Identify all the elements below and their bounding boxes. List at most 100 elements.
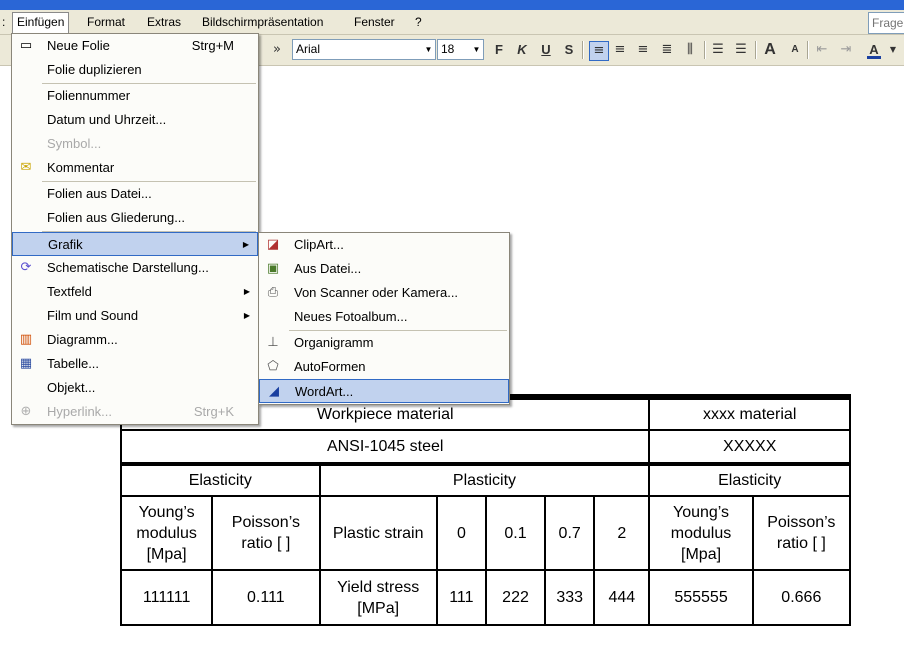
clipart-icon: ◪ <box>266 237 280 252</box>
menu-help[interactable]: ? <box>411 13 426 31</box>
menu-item-label: ClipArt... <box>294 237 344 252</box>
chevron-down-icon: ▼ <box>472 45 481 54</box>
cell-stress[interactable]: 333 <box>544 569 596 626</box>
italic-button[interactable]: K <box>515 41 529 59</box>
cell-poisson-ratio-2[interactable]: Poisson’s ratio [ ] <box>751 494 852 572</box>
picture-icon: ▣ <box>266 261 280 276</box>
menu-item-diagramm[interactable]: ▥ Diagramm... <box>12 328 258 352</box>
menu-extras[interactable]: Extras <box>143 13 185 31</box>
shadow-button[interactable]: S <box>562 41 576 59</box>
menu-item-clipart[interactable]: ◪ ClipArt... <box>259 233 509 257</box>
justify-icon[interactable]: ≣ <box>660 41 674 59</box>
cell-yield-stress[interactable]: Yield stress [MPa] <box>318 569 438 626</box>
vertical-distribute-icon[interactable]: ⫼ <box>683 41 697 59</box>
toolbar-separator <box>704 41 706 59</box>
cell-xxxxx[interactable]: XXXXX <box>648 429 851 465</box>
ask-question-input[interactable] <box>868 12 904 34</box>
cell-poisson-ratio[interactable]: Poisson’s ratio [ ] <box>211 494 321 572</box>
menu-item-autoformen[interactable]: ⬠ AutoFormen <box>259 355 509 379</box>
scanner-icon: ⎙ <box>267 285 279 300</box>
chevron-down-icon: ▼ <box>424 45 433 54</box>
font-select[interactable]: Arial ▼ <box>292 39 436 60</box>
new-slide-icon: ▭ <box>19 38 33 53</box>
cell-strain[interactable]: 0.1 <box>484 494 547 572</box>
cell-plasticity[interactable]: Plasticity <box>318 461 651 497</box>
underline-button[interactable]: U <box>539 41 553 59</box>
menu-item-label: Grafik <box>48 237 83 252</box>
menu-fenster[interactable]: Fenster <box>350 13 399 31</box>
submenu-arrow-icon: ▶ <box>242 240 249 249</box>
menu-item-aus-datei[interactable]: ▣ Aus Datei... <box>259 257 509 281</box>
decrease-indent-icon[interactable]: ⇤ <box>815 41 829 59</box>
menu-item-label: WordArt... <box>295 384 354 399</box>
cell-steel[interactable]: ANSI-1045 steel <box>119 429 651 465</box>
menu-edge: : <box>2 15 6 29</box>
cell-elasticity-2[interactable]: Elasticity <box>648 461 851 497</box>
menu-item-hyperlink: ⊕ Hyperlink... Strg+K <box>12 400 258 424</box>
menu-bar: : Einfügen Format Extras Bildschirmpräse… <box>0 10 904 35</box>
cell-stress[interactable]: 222 <box>484 569 547 626</box>
cell-strain[interactable]: 0 <box>435 494 487 572</box>
grow-font-button[interactable]: A <box>763 41 777 59</box>
cell-poisson-value-2[interactable]: 0.666 <box>751 569 852 626</box>
menu-item-objekt[interactable]: Objekt... <box>12 376 258 400</box>
menu-item-label: Organigramm <box>294 335 374 350</box>
cell-plastic-strain[interactable]: Plastic strain <box>318 494 438 572</box>
font-size-select[interactable]: 18 ▼ <box>437 39 484 60</box>
submenu-arrow-icon: ▶ <box>243 311 250 320</box>
cell-strain[interactable]: 0.7 <box>544 494 596 572</box>
menu-item-label: Textfeld <box>47 284 92 299</box>
slide-table[interactable]: Workpiece material xxxx material ANSI-10… <box>119 397 852 626</box>
menu-item-label: Symbol... <box>47 136 102 151</box>
align-right-icon[interactable]: ≡ <box>636 41 650 59</box>
insert-menu: ▭ Neue Folie Strg+M Folie duplizieren Fo… <box>11 33 259 425</box>
menu-item-datum-uhrzeit[interactable]: Datum und Uhrzeit... <box>12 108 258 132</box>
numbered-list-icon[interactable]: ☰ <box>711 41 725 59</box>
chevron-down-icon[interactable]: ▼ <box>886 41 900 59</box>
menu-item-folien-aus-datei[interactable]: Folien aus Datei... <box>12 182 258 206</box>
cell-youngs-value-2[interactable]: 555555 <box>648 569 754 626</box>
cell-youngs-value[interactable]: 111111 <box>119 569 214 626</box>
bold-button[interactable]: F <box>492 41 506 59</box>
cell-youngs-modulus-2[interactable]: Young’s modulus [Mpa] <box>648 494 754 572</box>
cell-poisson-value[interactable]: 0.111 <box>211 569 321 626</box>
toolbar-separator <box>755 41 757 59</box>
cell-stress[interactable]: 111 <box>435 569 487 626</box>
menu-item-kommentar[interactable]: ✉ Kommentar <box>12 156 258 180</box>
cell-youngs-modulus[interactable]: Young’s modulus [Mpa] <box>119 494 214 572</box>
cell-elasticity[interactable]: Elasticity <box>120 461 321 497</box>
toolbar-separator <box>807 41 809 59</box>
shrink-font-button[interactable]: A <box>788 41 802 59</box>
menu-item-grafik[interactable]: Grafik ▶ <box>12 232 258 256</box>
menu-item-scanner[interactable]: ⎙ Von Scanner oder Kamera... <box>259 281 509 305</box>
menu-item-fotoalbum[interactable]: Neues Fotoalbum... <box>259 305 509 329</box>
menu-bildschirmpraesentation[interactable]: Bildschirmpräsentation <box>198 13 327 31</box>
bullet-list-icon[interactable]: ☰ <box>734 41 748 59</box>
cell-xxxx-material[interactable]: xxxx material <box>648 397 851 432</box>
toolbar-more-button[interactable]: » <box>270 41 284 59</box>
menu-item-label: Folien aus Datei... <box>47 186 152 201</box>
menu-item-tabelle[interactable]: ▦ Tabelle... <box>12 352 258 376</box>
menu-item-foliennummer[interactable]: Foliennummer <box>12 84 258 108</box>
cell-strain[interactable]: 2 <box>593 494 651 572</box>
align-left-icon[interactable]: ≡ <box>589 41 609 61</box>
menu-item-textfeld[interactable]: Textfeld ▶ <box>12 280 258 304</box>
menu-item-label: Foliennummer <box>47 88 131 103</box>
title-bar <box>0 0 904 10</box>
menu-item-folie-duplizieren[interactable]: Folie duplizieren <box>12 58 258 82</box>
menu-format[interactable]: Format <box>83 13 129 31</box>
menu-item-wordart[interactable]: ◢ WordArt... <box>259 379 509 403</box>
menu-item-label: Diagramm... <box>47 332 118 347</box>
menu-einfuegen[interactable]: Einfügen <box>12 12 70 34</box>
menu-item-organigramm[interactable]: ⊥ Organigramm <box>259 331 509 355</box>
font-color-button[interactable]: A <box>867 41 881 59</box>
autoshapes-icon: ⬠ <box>267 359 279 374</box>
menu-item-film-und-sound[interactable]: Film und Sound ▶ <box>12 304 258 328</box>
menu-item-neue-folie[interactable]: ▭ Neue Folie Strg+M <box>12 34 258 58</box>
increase-indent-icon[interactable]: ⇥ <box>839 41 853 59</box>
cell-stress[interactable]: 444 <box>593 569 651 626</box>
menu-item-folien-aus-gliederung[interactable]: Folien aus Gliederung... <box>12 206 258 230</box>
wordart-icon: ◢ <box>269 384 279 399</box>
menu-item-schematische-darstellung[interactable]: ⟳ Schematische Darstellung... <box>12 256 258 280</box>
align-center-icon[interactable]: ≡ <box>613 41 627 59</box>
